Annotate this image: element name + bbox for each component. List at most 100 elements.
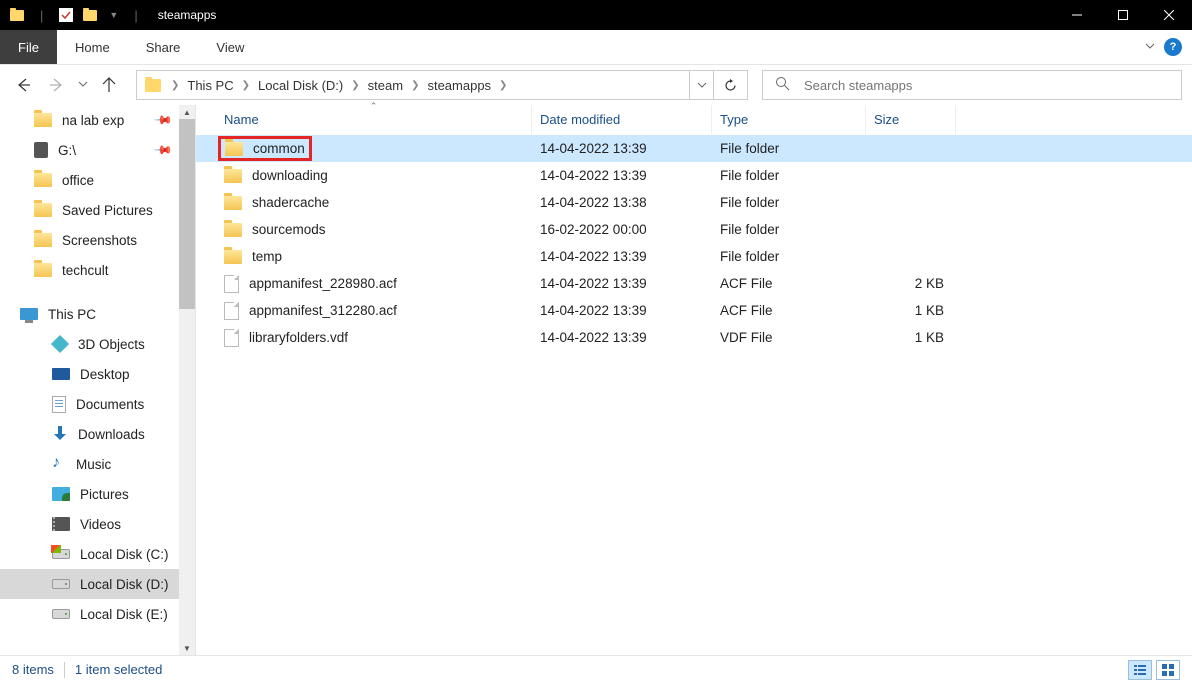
- breadcrumb-item[interactable]: steamapps: [423, 78, 495, 93]
- sidebar-item[interactable]: ♪Music: [0, 449, 195, 479]
- scroll-down-icon[interactable]: ▼: [179, 641, 195, 655]
- breadcrumb-sep-icon[interactable]: ❯: [167, 80, 183, 91]
- sidebar-item-label: Downloads: [78, 427, 145, 442]
- close-button[interactable]: [1146, 0, 1192, 30]
- status-count: 8 items: [12, 662, 54, 677]
- main: na lab exp📌G:\📌 office Saved Pictures Scree…: [0, 105, 1192, 655]
- status-selection: 1 item selected: [75, 662, 162, 677]
- column-header-type[interactable]: Type: [712, 105, 866, 134]
- highlight-annotation: common: [218, 136, 312, 161]
- column-header-row: Name ⌃ Date modified Type Size: [196, 105, 1192, 135]
- tab-share[interactable]: Share: [128, 30, 199, 64]
- file-name: sourcemods: [252, 222, 326, 237]
- breadcrumb-item[interactable]: Local Disk (D:): [254, 78, 347, 93]
- ribbon-expand-icon[interactable]: [1144, 40, 1156, 55]
- sidebar-item[interactable]: Local Disk (E:): [0, 599, 195, 629]
- sidebar-item[interactable]: 3D Objects: [0, 329, 195, 359]
- sidebar-item[interactable]: na lab exp📌: [0, 105, 195, 135]
- search-input[interactable]: [804, 78, 1181, 93]
- cell-date: 14-04-2022 13:39: [532, 249, 712, 264]
- sidebar-item[interactable]: Local Disk (D:): [0, 569, 195, 599]
- file-menu[interactable]: File: [0, 30, 57, 64]
- breadcrumb-sep-icon[interactable]: ❯: [347, 80, 363, 91]
- breadcrumb-sep-icon[interactable]: ❯: [407, 80, 423, 91]
- cell-type: ACF File: [712, 276, 866, 291]
- cell-type: File folder: [712, 222, 866, 237]
- column-header-name[interactable]: Name ⌃: [216, 105, 532, 134]
- folder-icon: [224, 169, 242, 183]
- forward-button[interactable]: [44, 72, 70, 98]
- file-row[interactable]: downloading 14-04-2022 13:39 File folder: [196, 162, 1192, 189]
- sidebar-item-label: Videos: [80, 517, 121, 532]
- sidebar-item[interactable]: techcult: [0, 255, 195, 285]
- breadcrumb-item[interactable]: steam: [364, 78, 407, 93]
- sidebar-item-label: Music: [76, 457, 111, 472]
- breadcrumb-sep-icon[interactable]: ❯: [238, 80, 254, 91]
- sidebar-item-label: Screenshots: [62, 233, 137, 248]
- sidebar-item-label: office: [62, 173, 94, 188]
- sidebar-item[interactable]: Screenshots: [0, 225, 195, 255]
- sidebar-item[interactable]: Local Disk (C:): [0, 539, 195, 569]
- file-row[interactable]: common 14-04-2022 13:39 File folder: [196, 135, 1192, 162]
- file-icon: [224, 302, 239, 320]
- tab-home[interactable]: Home: [57, 30, 128, 64]
- sidebar-item[interactable]: Saved Pictures: [0, 195, 195, 225]
- scroll-thumb[interactable]: [179, 119, 195, 309]
- sidebar-item[interactable]: G:\📌: [0, 135, 195, 165]
- file-name: downloading: [252, 168, 328, 183]
- minimize-button[interactable]: [1054, 0, 1100, 30]
- sidebar-item[interactable]: Pictures: [0, 479, 195, 509]
- breadcrumb-item[interactable]: This PC: [183, 78, 237, 93]
- pin-icon: 📌: [153, 140, 173, 160]
- qat-folder-icon[interactable]: [83, 10, 97, 21]
- folder-icon: [224, 223, 242, 237]
- addressbar[interactable]: ❯ This PC ❯ Local Disk (D:) ❯ steam ❯ st…: [136, 70, 748, 100]
- qat-dropdown-icon[interactable]: ▼: [109, 10, 118, 20]
- breadcrumb-sep-icon[interactable]: ❯: [495, 80, 511, 91]
- recent-dropdown-icon[interactable]: [78, 79, 88, 91]
- cell-name: downloading: [216, 168, 532, 183]
- cell-date: 14-04-2022 13:39: [532, 168, 712, 183]
- up-button[interactable]: [96, 72, 122, 98]
- searchbox[interactable]: [762, 70, 1182, 100]
- column-label: Name: [224, 112, 259, 127]
- scroll-up-icon[interactable]: ▲: [179, 105, 195, 119]
- refresh-button[interactable]: [713, 71, 747, 99]
- ribbon: File Home Share View ?: [0, 30, 1192, 65]
- maximize-button[interactable]: [1100, 0, 1146, 30]
- file-row[interactable]: temp 14-04-2022 13:39 File folder: [196, 243, 1192, 270]
- sidebar-item[interactable]: Videos: [0, 509, 195, 539]
- qat-save-icon[interactable]: [59, 8, 73, 22]
- folder-icon: [225, 142, 243, 156]
- cell-name: shadercache: [216, 195, 532, 210]
- sidebar-item-label: Local Disk (E:): [80, 607, 168, 622]
- file-row[interactable]: appmanifest_312280.acf 14-04-2022 13:39 …: [196, 297, 1192, 324]
- scrollbar[interactable]: ▲ ▼: [179, 105, 195, 655]
- file-name: appmanifest_228980.acf: [249, 276, 397, 291]
- cell-date: 14-04-2022 13:39: [532, 330, 712, 345]
- view-large-button[interactable]: [1156, 660, 1180, 680]
- folder-icon: [224, 250, 242, 264]
- view-details-button[interactable]: [1128, 660, 1152, 680]
- file-row[interactable]: sourcemods 16-02-2022 00:00 File folder: [196, 216, 1192, 243]
- sidebar-item[interactable]: Downloads: [0, 419, 195, 449]
- cell-type: ACF File: [712, 303, 866, 318]
- sidebar-item[interactable]: Desktop: [0, 359, 195, 389]
- address-dropdown-icon[interactable]: [689, 71, 713, 99]
- back-button[interactable]: [10, 72, 36, 98]
- file-row[interactable]: libraryfolders.vdf 14-04-2022 13:39 VDF …: [196, 324, 1192, 351]
- help-button[interactable]: ?: [1164, 38, 1182, 56]
- file-row[interactable]: appmanifest_228980.acf 14-04-2022 13:39 …: [196, 270, 1192, 297]
- sidebar-item-thispc[interactable]: This PC: [0, 299, 195, 329]
- tab-view[interactable]: View: [198, 30, 262, 64]
- videos-icon: [52, 517, 70, 531]
- file-row[interactable]: shadercache 14-04-2022 13:38 File folder: [196, 189, 1192, 216]
- sidebar-item[interactable]: Documents: [0, 389, 195, 419]
- folder-icon: [34, 113, 52, 127]
- window-title: steamapps: [158, 8, 217, 22]
- column-header-size[interactable]: Size: [866, 105, 956, 134]
- column-header-date[interactable]: Date modified: [532, 105, 712, 134]
- cell-size: 1 KB: [866, 330, 956, 345]
- sidebar-item[interactable]: office: [0, 165, 195, 195]
- file-icon: [224, 275, 239, 293]
